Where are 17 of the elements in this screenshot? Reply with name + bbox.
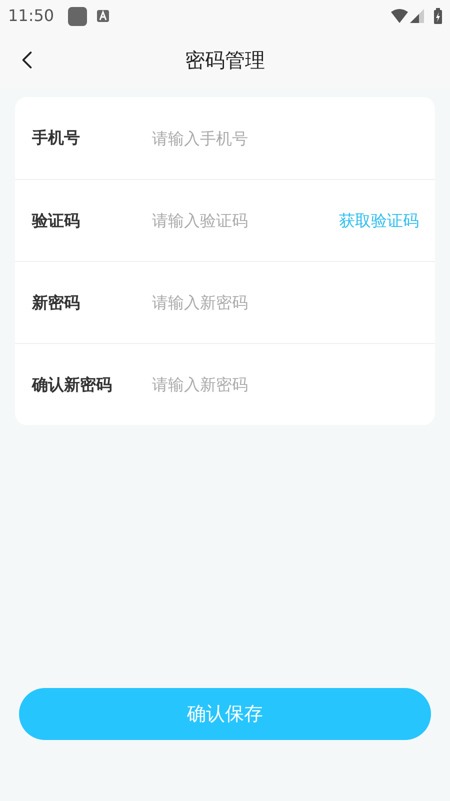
page-title: 密码管理: [185, 47, 265, 74]
field-label: 确认新密码: [32, 374, 113, 396]
input-field[interactable]: 请输入新密码: [152, 366, 419, 402]
signal-icon: [410, 9, 424, 23]
field-label: 新密码: [32, 292, 81, 314]
input-field[interactable]: 请输入手机号: [152, 120, 419, 156]
input-field[interactable]: 请输入新密码: [152, 284, 419, 320]
save-button[interactable]: 确认保存: [19, 688, 431, 740]
wifi-icon: [391, 9, 408, 23]
app-notification-icon: [68, 6, 88, 26]
get-code-link[interactable]: 获取验证码: [339, 208, 419, 232]
keyboard-notification-icon: [97, 10, 110, 22]
field-label: 验证码: [32, 210, 81, 232]
input-field[interactable]: 请输入验证码: [152, 202, 339, 238]
battery-icon: [434, 8, 442, 24]
status-time: 11:50: [8, 5, 54, 27]
field-label: 手机号: [32, 127, 81, 149]
